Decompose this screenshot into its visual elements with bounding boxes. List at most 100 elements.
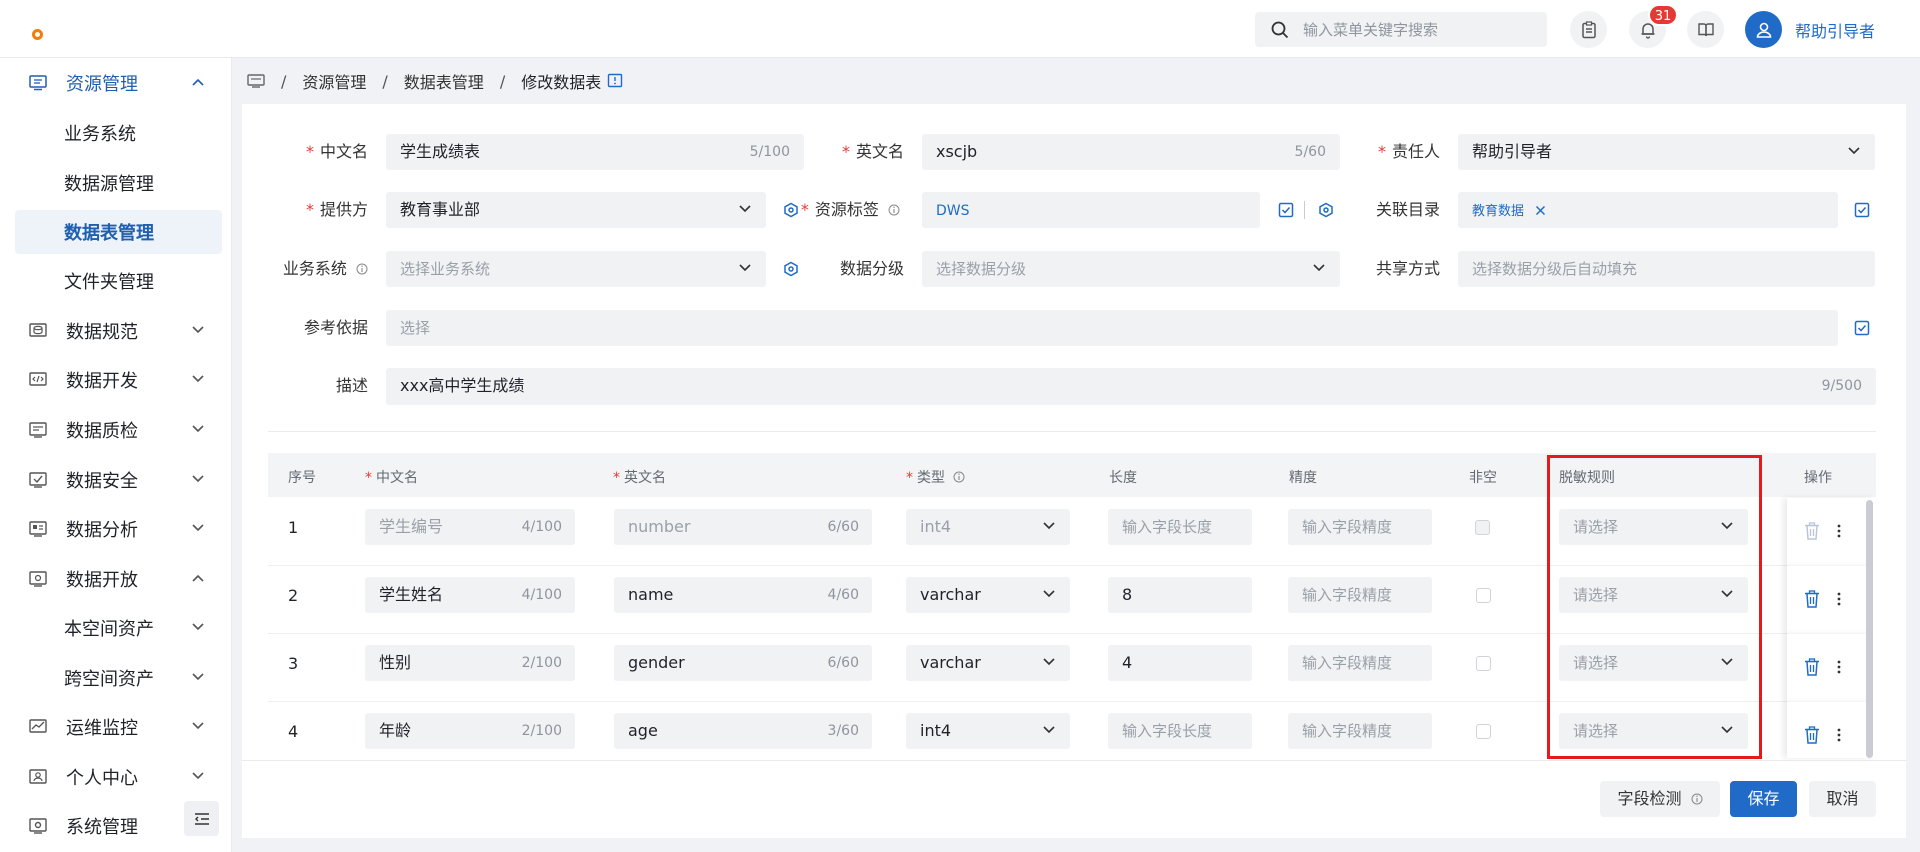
resource-tag-settings-button[interactable] [1317,201,1335,219]
user-avatar[interactable] [1745,11,1782,48]
more-vertical-icon[interactable] [1836,726,1842,744]
sidebar-item-ops-monitor[interactable]: 运维监控 [15,705,222,749]
row-length-input[interactable]: 4 [1108,645,1252,681]
en-name-label: * 英文名 [841,142,904,161]
more-vertical-icon[interactable] [1836,522,1842,540]
resource-tag-input[interactable]: DWS [922,192,1260,228]
sidebar-item-data-analysis[interactable]: 数据分析 [15,507,222,551]
trash-icon[interactable] [1804,590,1820,608]
owner-label: * 责任人 [1377,142,1440,161]
inspect-icon [29,422,47,438]
biz-system-settings-button[interactable] [782,260,800,278]
row-notnull-checkbox[interactable] [1476,588,1491,603]
sidebar-item-table-mgmt[interactable]: 数据表管理 [15,210,222,254]
sidebar-item-label: 文件夹管理 [64,272,154,293]
row-ops-cell [1787,634,1876,702]
info-icon [1691,793,1703,805]
chevron-down-icon [192,623,204,631]
col-length: 长度 [1109,470,1137,486]
catalog-select[interactable]: 教育数据 [1458,192,1838,228]
row-cn-name-input[interactable]: 年龄 2/100 [365,713,575,749]
sidebar-item-cross-assets[interactable]: 跨空间资产 [15,656,222,700]
breadcrumb-item[interactable]: 资源管理 [302,69,366,93]
col-notnull: 非空 [1469,470,1497,486]
row-cn-name-input[interactable]: 性别 2/100 [365,645,575,681]
row-length-input[interactable]: 输入字段长度 [1108,713,1252,749]
table-scrollbar[interactable] [1866,500,1873,758]
cn-name-input[interactable]: 学生成绩表 5/100 [386,134,804,170]
row-precision-input[interactable]: 输入字段精度 [1288,577,1432,613]
info-book-icon[interactable] [607,73,623,89]
cancel-button[interactable]: 取消 [1809,781,1876,817]
row-notnull-checkbox[interactable] [1476,656,1491,671]
sidebar: 资源管理 业务系统 数据源管理 数据表管理 文件夹管理 数据规范 数据开发 数据… [0,58,232,852]
row-type-select[interactable]: varchar [906,645,1070,681]
sidebar-item-folder-mgmt[interactable]: 文件夹管理 [15,259,222,303]
row-cn-name-input[interactable]: 学生姓名 4/100 [365,577,575,613]
more-vertical-icon[interactable] [1836,658,1842,676]
row-type-select: int4 [906,509,1070,545]
provider-settings-button[interactable] [782,201,800,219]
sidebar-item-label: 数据安全 [66,471,138,492]
description-textarea[interactable]: xxx高中学生成绩 9/500 [386,368,1876,405]
docs-button[interactable] [1687,11,1724,48]
sidebar-collapse-button[interactable] [184,801,219,836]
owner-select[interactable]: 帮助引导者 [1458,134,1875,170]
en-name-input[interactable]: xscjb 5/60 [922,134,1340,170]
sidebar-item-data-quality[interactable]: 数据质检 [15,408,222,452]
breadcrumb-home-icon[interactable] [247,74,265,88]
catalog-pick-button[interactable] [1853,201,1871,219]
row-length-input[interactable]: 输入字段长度 [1108,509,1252,545]
row-precision-input[interactable]: 输入字段精度 [1288,509,1432,545]
save-button[interactable]: 保存 [1730,781,1797,817]
biz-system-label: 业务系统 [270,251,368,287]
sidebar-item-local-assets[interactable]: 本空间资产 [15,606,222,650]
sidebar-item-datasource[interactable]: 数据源管理 [15,161,222,205]
resource-tag-pick-button[interactable] [1277,201,1295,219]
col-cn-name: * 中文名 [365,470,418,486]
provider-select[interactable]: 教育事业部 [386,192,766,228]
col-type: * 类型 [906,467,965,487]
row-en-name-input[interactable]: gender 6/60 [614,645,872,681]
sidebar-item-data-standard[interactable]: 数据规范 [15,309,222,353]
chevron-up-icon [192,78,204,86]
row-precision-input[interactable]: 输入字段精度 [1288,645,1432,681]
reference-select[interactable]: 选择 [386,310,1838,346]
row-notnull-checkbox[interactable] [1476,724,1491,739]
trash-icon[interactable] [1804,658,1820,676]
description-count: 9/500 [1821,378,1862,394]
breadcrumb: / 资源管理 / 数据表管理 / 修改数据表 [232,58,1920,104]
trash-icon[interactable] [1804,726,1820,744]
clipboard-button[interactable] [1570,11,1607,48]
sidebar-item-label: 数据规范 [66,322,138,343]
sidebar-item-personal-center[interactable]: 个人中心 [15,755,222,799]
chevron-down-icon [1043,522,1055,530]
chevron-down-icon [1313,264,1325,272]
sidebar-item-data-dev[interactable]: 数据开发 [15,358,222,402]
row-en-name-input[interactable]: name 4/60 [614,577,872,613]
row-length-input[interactable]: 8 [1108,577,1252,613]
reference-pick-button[interactable] [1853,319,1871,337]
more-vertical-icon[interactable] [1836,590,1842,608]
sidebar-item-data-security[interactable]: 数据安全 [15,458,222,502]
row-precision-input[interactable]: 输入字段精度 [1288,713,1432,749]
user-name[interactable]: 帮助引导者 [1795,18,1875,42]
data-level-select[interactable]: 选择数据分级 [922,251,1340,287]
row-type-select[interactable]: int4 [906,713,1070,749]
footer-divider [242,760,1906,761]
breadcrumb-item[interactable]: 数据表管理 [404,69,484,93]
sidebar-item-data-open[interactable]: 数据开放 [15,557,222,601]
biz-system-select[interactable]: 选择业务系统 [386,251,766,287]
sidebar-item-label: 运维监控 [66,718,138,739]
close-icon[interactable] [1535,205,1546,216]
menu-search-input[interactable]: 输入菜单关键字搜索 [1255,12,1547,47]
sidebar-item-resource-mgmt[interactable]: 资源管理 [15,61,222,105]
row-en-name-input[interactable]: age 3/60 [614,713,872,749]
chevron-down-icon [192,375,204,383]
chart-line-icon [29,719,47,733]
share-mode-label: 共享方式 [1375,259,1440,278]
field-check-button[interactable]: 字段检测 [1600,781,1720,817]
reference-label: 参考依据 [303,318,368,337]
sidebar-item-biz-system[interactable]: 业务系统 [15,111,222,155]
row-type-select[interactable]: varchar [906,577,1070,613]
